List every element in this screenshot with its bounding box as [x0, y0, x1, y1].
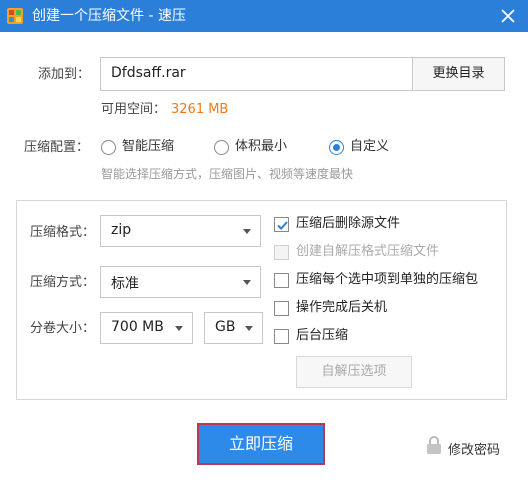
title-bar: 创建一个压缩文件 - 速压: [0, 0, 528, 32]
split-size-select[interactable]: 700 MB: [100, 312, 193, 344]
free-space-label: 可用空间：: [101, 102, 167, 117]
close-icon[interactable]: [496, 4, 520, 28]
format-value: zip: [111, 222, 132, 238]
shutdown-label[interactable]: 操作完成后关机: [296, 300, 387, 316]
target-label: 添加到：: [38, 67, 91, 82]
create-sfx-checkbox: [274, 245, 289, 260]
background-label[interactable]: 后台压缩: [296, 328, 348, 344]
format-label: 压缩格式：: [30, 225, 96, 240]
window-title: 创建一个压缩文件 - 速压: [32, 8, 186, 24]
radio-smart-label[interactable]: 智能压缩: [122, 139, 174, 155]
split-unit-value: GB: [215, 319, 236, 335]
sfx-options-button: 自解压选项: [296, 356, 412, 388]
change-password-label[interactable]: 修改密码: [448, 439, 500, 458]
format-select[interactable]: zip: [100, 215, 261, 247]
config-hint: 智能选择压缩方式，压缩图片、视频等速度最快: [101, 167, 354, 181]
method-label: 压缩方式：: [30, 275, 96, 290]
background-checkbox[interactable]: [274, 329, 289, 344]
shutdown-checkbox[interactable]: [274, 301, 289, 316]
chevron-down-icon: [243, 229, 251, 234]
chevron-down-icon: [175, 326, 183, 331]
create-sfx-label: 创建自解压格式压缩文件: [296, 244, 440, 259]
change-directory-button[interactable]: 更换目录: [412, 57, 505, 91]
config-label: 压缩配置：: [24, 140, 90, 155]
separate-archives-checkbox[interactable]: [274, 273, 289, 288]
radio-smallest-label[interactable]: 体积最小: [235, 139, 287, 155]
target-path-value: Dfdsaff.rar: [111, 65, 186, 81]
radio-smallest[interactable]: [214, 140, 229, 155]
chevron-down-icon: [243, 280, 251, 285]
split-size-value: 700 MB: [111, 319, 164, 335]
free-space-value: 3261 MB: [171, 102, 229, 117]
compress-now-button[interactable]: 立即压缩: [197, 423, 325, 465]
radio-custom-label[interactable]: 自定义: [350, 139, 389, 155]
target-path-input[interactable]: Dfdsaff.rar: [100, 57, 413, 91]
split-unit-select[interactable]: GB: [204, 312, 263, 344]
check-icon: [277, 221, 288, 231]
app-logo-icon: [6, 7, 24, 25]
method-select[interactable]: 标准: [100, 266, 261, 298]
split-label: 分卷大小：: [30, 321, 96, 336]
delete-source-checkbox[interactable]: [274, 217, 289, 232]
chevron-down-icon: [245, 326, 253, 331]
radio-smart[interactable]: [101, 140, 116, 155]
delete-source-label[interactable]: 压缩后删除源文件: [296, 216, 400, 232]
separate-archives-label[interactable]: 压缩每个选中项到单独的压缩包: [296, 272, 478, 288]
method-value: 标准: [111, 276, 139, 292]
radio-custom[interactable]: [329, 140, 344, 155]
lock-icon: [427, 436, 441, 454]
